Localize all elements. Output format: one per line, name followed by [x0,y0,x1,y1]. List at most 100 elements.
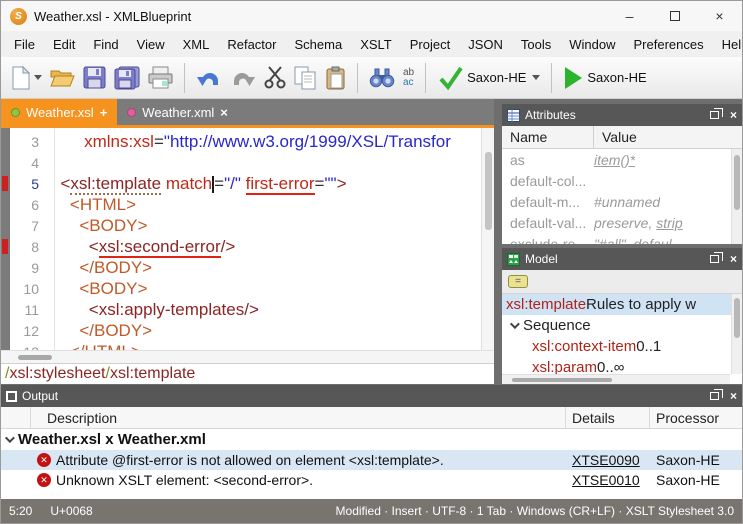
output-group-row[interactable]: Weather.xsl x Weather.xml [1,429,742,450]
attributes-column-headers[interactable]: Name Value [502,126,742,149]
code-line-12[interactable]: 12 </BODY> [1,320,481,341]
code-line-6[interactable]: 6 <HTML> [1,194,481,215]
editor-vertical-scrollbar[interactable] [481,128,494,350]
tab-close-icon[interactable]: × [220,105,228,120]
output-column-headers[interactable]: Description Details Processor [1,407,742,429]
line-number: 5 [1,176,51,192]
transform-button[interactable]: Saxon-HE [560,65,652,91]
scrollbar-thumb[interactable] [734,298,740,338]
float-panel-icon[interactable] [710,392,719,400]
new-document-button[interactable] [8,64,45,92]
xpath-breadcrumb[interactable]: /xsl:stylesheet/xsl:template [1,363,494,384]
code-line-9[interactable]: 9 </BODY> [1,257,481,278]
title-bar: S Weather.xsl - XMLBlueprint – × [1,1,742,31]
close-panel-icon[interactable]: × [730,108,737,122]
model-tree-item[interactable]: Sequence [502,315,742,336]
menu-edit[interactable]: Edit [44,34,84,55]
find-binoculars-icon [369,67,395,88]
copy-button[interactable] [291,64,320,92]
menu-file[interactable]: File [5,34,44,55]
float-panel-icon[interactable] [710,255,719,263]
menu-view[interactable]: View [128,34,174,55]
model-toolbar-button[interactable]: = [508,275,528,288]
replace-button[interactable]: ab ac [400,66,417,90]
close-panel-icon[interactable]: × [730,389,737,403]
error-code-link[interactable]: XTSE0010 [566,472,650,488]
model-tree-item[interactable]: xsl:context-item 0..1 [502,336,742,357]
model-horizontal-scrollbar[interactable] [502,374,730,384]
print-button[interactable] [145,64,176,91]
save-button[interactable] [80,64,109,91]
attribute-row[interactable]: asitem()* [502,149,742,170]
menu-window[interactable]: Window [560,34,624,55]
code-text: </HTML> [51,342,141,351]
model-vertical-scrollbar[interactable] [731,294,742,374]
code-line-10[interactable]: 10 <BODY> [1,278,481,299]
code-editor[interactable]: 3 xmlns:xsl="http://www.w3.org/1999/XSL/… [1,128,494,350]
attribute-row[interactable]: default-m...#unnamed [502,191,742,212]
code-lines[interactable]: 3 xmlns:xsl="http://www.w3.org/1999/XSL/… [1,128,481,350]
processor-column-header: Processor [650,410,742,426]
menu-xslt[interactable]: XSLT [351,34,401,55]
model-panel-titlebar: Model × [502,248,742,270]
cut-button[interactable] [261,64,289,91]
menu-tools[interactable]: Tools [512,34,560,55]
app-window: S Weather.xsl - XMLBlueprint – × FileEdi… [0,0,743,524]
close-button[interactable]: × [697,1,742,31]
menu-xml[interactable]: XML [174,34,219,55]
attribute-row[interactable]: default-val...preserve, strip [502,212,742,233]
find-button[interactable] [366,65,398,90]
chevron-down-icon[interactable] [510,319,520,329]
maximize-icon [670,11,680,21]
code-line-11[interactable]: 11 <xsl:apply-templates/> [1,299,481,320]
close-panel-icon[interactable]: × [730,252,737,266]
attribute-row[interactable]: default-col... [502,170,742,191]
menu-refactor[interactable]: Refactor [218,34,285,55]
scrollbar-thumb[interactable] [485,152,492,230]
line-number: 6 [1,197,51,213]
error-code-link[interactable]: XTSE0090 [566,452,650,468]
vertical-splitter[interactable] [494,99,502,384]
code-line-7[interactable]: 7 <BODY> [1,215,481,236]
error-description: Attribute @first-error is not allowed on… [56,452,444,468]
tab-weather.xsl[interactable]: Weather.xsl+ [1,99,117,125]
minimize-button[interactable]: – [607,1,652,31]
editor-horizontal-scrollbar[interactable] [1,350,494,363]
code-line-8[interactable]: 8 <xsl:second-error/> [1,236,481,257]
paste-button[interactable] [322,64,349,92]
scrollbar-thumb[interactable] [734,155,740,210]
output-error-row[interactable]: ✕Attribute @first-error is not allowed o… [1,450,742,470]
code-text: </BODY> [51,321,152,341]
menu-bar: FileEditFindViewXMLRefactorSchemaXSLTPro… [1,31,742,57]
validate-button[interactable]: Saxon-HE [434,63,543,93]
menu-find[interactable]: Find [84,34,127,55]
validate-dropdown-icon[interactable] [532,75,540,80]
tab-label: Weather.xml [142,105,214,120]
output-error-row[interactable]: ✕Unknown XSLT element: <second-error>.XT… [1,470,742,490]
tab-add-icon[interactable]: + [100,105,108,120]
menu-preferences[interactable]: Preferences [625,34,713,55]
code-line-13[interactable]: 13 </HTML> [1,341,481,350]
model-selected-row[interactable]: xsl:template Rules to apply w [502,294,742,315]
scrollbar-thumb[interactable] [18,355,52,360]
menu-json[interactable]: JSON [459,34,512,55]
processor-name: Saxon-HE [650,472,742,488]
chevron-down-icon[interactable] [5,433,15,443]
attributes-vertical-scrollbar[interactable] [731,149,742,244]
menu-project[interactable]: Project [401,34,459,55]
undo-button[interactable] [193,66,225,90]
scrollbar-thumb[interactable] [512,378,612,382]
save-all-button[interactable] [111,64,143,92]
code-line-4[interactable]: 4 [1,152,481,173]
code-line-5[interactable]: 5 <xsl:template match="/" first-error=""… [1,173,481,194]
code-line-3[interactable]: 3 xmlns:xsl="http://www.w3.org/1999/XSL/… [1,131,481,152]
attribute-row[interactable]: exclude-re..."#all", defaul [502,233,742,244]
new-document-dropdown-icon[interactable] [34,75,42,80]
maximize-button[interactable] [652,1,697,31]
open-button[interactable] [47,65,78,90]
float-panel-icon[interactable] [710,111,719,119]
tab-weather.xml[interactable]: Weather.xml × [117,99,238,125]
menu-help[interactable]: Help [713,34,743,55]
menu-schema[interactable]: Schema [285,34,351,55]
redo-button[interactable] [227,66,259,90]
